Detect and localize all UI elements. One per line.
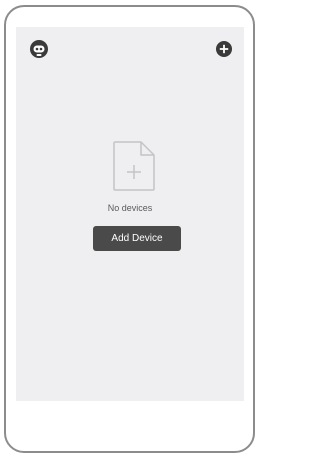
plus-circle-icon[interactable] [216, 41, 232, 57]
device-frame: No devices Add Device [4, 5, 255, 453]
main-screen: No devices Add Device [16, 27, 244, 401]
robot-icon[interactable] [28, 38, 50, 60]
empty-state-message: No devices [107, 203, 153, 213]
add-device-button[interactable]: Add Device [93, 226, 181, 251]
add-file-icon [112, 140, 156, 192]
